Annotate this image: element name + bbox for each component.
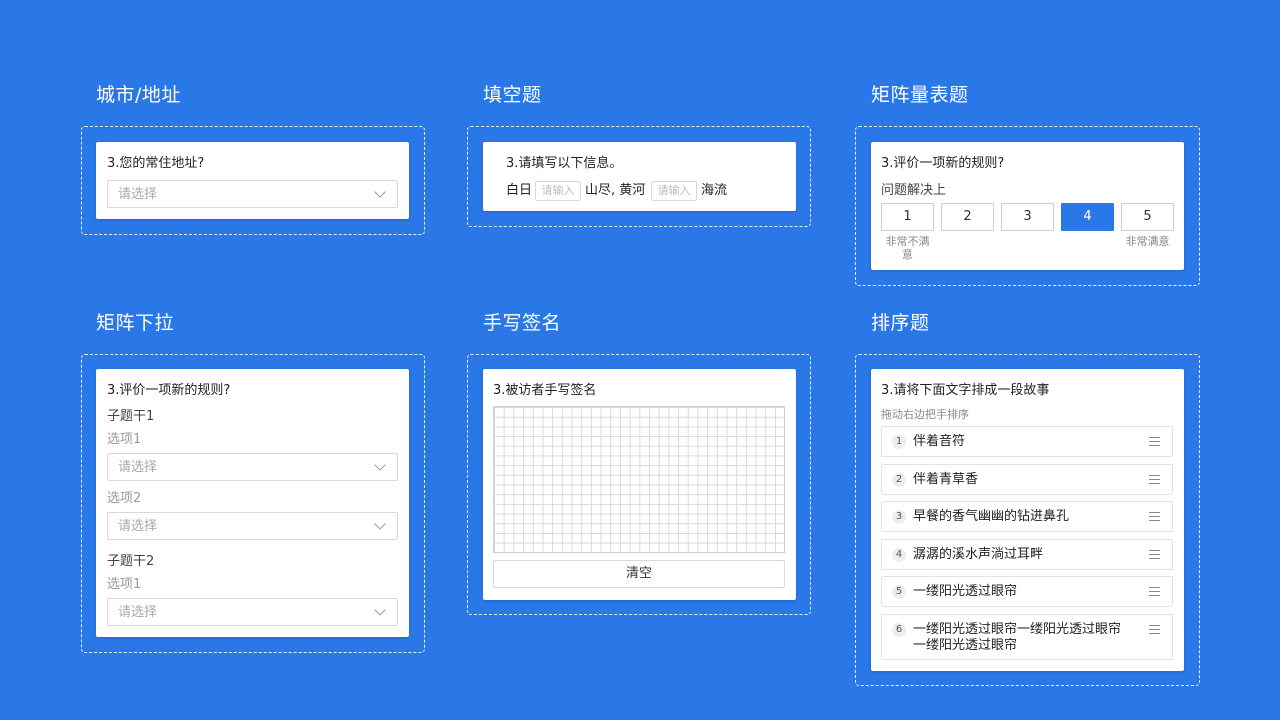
sub1-option-2-label: 选项2 (107, 491, 142, 506)
scale-option-2[interactable]: 2 (941, 203, 994, 231)
city-select[interactable]: 请选择 (107, 180, 398, 208)
rank-number: 2 (892, 473, 906, 487)
rank-item-2[interactable]: 2 伴着青草香 (881, 464, 1173, 495)
drag-handle-icon[interactable] (1149, 550, 1160, 560)
fill-question: 3.请填写以下信息。 (506, 156, 623, 171)
fill-input-2[interactable]: 请输入 (651, 181, 697, 201)
matrix-dropdown-question: 3.评价一项新的规则? (107, 383, 231, 398)
drag-handle-icon[interactable] (1149, 625, 1160, 635)
ranking-hint: 拖动右边把手排序 (881, 408, 969, 421)
rank-item-5[interactable]: 5 一缕阳光透过眼帘 (881, 576, 1173, 607)
city-card: 3.您的常住地址? 请选择 (96, 142, 409, 219)
matrix-scale-row-label: 问题解决上 (881, 183, 947, 198)
section-title-fill: 填空题 (483, 84, 542, 106)
drag-handle-icon[interactable] (1149, 437, 1160, 447)
fill-input-1[interactable]: 请输入 (535, 181, 581, 201)
matrix-scale-question: 3.评价一项新的规则? (881, 156, 1005, 171)
sub1-option-2-select[interactable]: 请选择 (107, 512, 398, 540)
rank-text: 早餐的香气幽幽的钻进鼻孔 (913, 509, 1070, 524)
select-placeholder: 请选择 (118, 605, 158, 620)
rank-text: 一缕阳光透过眼帘一缕阳光透过眼帘一缕阳光透过眼帘 (913, 622, 1122, 653)
rank-text: 潺潺的溪水声淌过耳畔 (913, 547, 1044, 562)
sub2-option-1-label: 选项1 (107, 577, 142, 592)
section-title-matrix-scale: 矩阵量表题 (871, 84, 969, 106)
rank-number: 4 (892, 548, 906, 562)
rank-number: 6 (892, 623, 906, 637)
drag-handle-icon[interactable] (1149, 512, 1160, 522)
rank-number: 5 (892, 585, 906, 599)
rank-number: 1 (892, 435, 906, 449)
section-title-signature: 手写签名 (483, 312, 562, 334)
rank-item-4[interactable]: 4 潺潺的溪水声淌过耳畔 (881, 539, 1173, 570)
select-placeholder: 请选择 (118, 460, 158, 475)
sub-question-2: 子题干2 (107, 554, 155, 569)
fill-card: 3.请填写以下信息。 白日 请输入 山尽, 黄河 请输入 海流 (483, 142, 796, 211)
scale-option-3[interactable]: 3 (1001, 203, 1054, 231)
drag-handle-icon[interactable] (1149, 475, 1160, 485)
signature-card: 3.被访者手写签名 清空 (483, 369, 796, 600)
ranking-card: 3.请将下面文字排成一段故事 拖动右边把手排序 1 伴着音符 2 伴着青草香 3… (871, 369, 1184, 671)
rank-number: 3 (892, 510, 906, 524)
section-title-city: 城市/地址 (96, 84, 181, 106)
scale-high-label: 非常满意 (1125, 235, 1170, 248)
drag-handle-icon[interactable] (1149, 587, 1160, 597)
sub1-option-1-select[interactable]: 请选择 (107, 453, 398, 481)
section-title-ranking: 排序题 (871, 312, 930, 334)
sub-question-1: 子题干1 (107, 409, 155, 424)
fill-text-part1: 白日 (506, 183, 533, 198)
fill-text-part2: 山尽, 黄河 (585, 183, 646, 198)
sub1-option-1-label: 选项1 (107, 432, 142, 447)
scale-low-label: 非常不满意 (885, 235, 930, 261)
scale-option-4-selected[interactable]: 4 (1061, 203, 1114, 231)
chevron-down-icon (374, 459, 386, 471)
rank-text: 伴着青草香 (913, 472, 979, 487)
signature-question: 3.被访者手写签名 (493, 383, 597, 398)
scale-option-1[interactable]: 1 (881, 203, 934, 231)
fill-text-part3: 海流 (701, 183, 728, 198)
select-placeholder: 请选择 (118, 519, 158, 534)
matrix-scale-card: 3.评价一项新的规则? 问题解决上 1 2 3 4 5 非常不满意 非常满意 (871, 142, 1184, 270)
rank-text: 一缕阳光透过眼帘 (913, 584, 1018, 599)
signature-pad[interactable] (493, 406, 785, 553)
chevron-down-icon (374, 518, 386, 530)
scale-option-5[interactable]: 5 (1121, 203, 1174, 231)
sub2-option-1-select[interactable]: 请选择 (107, 598, 398, 626)
rank-item-1[interactable]: 1 伴着音符 (881, 426, 1173, 457)
chevron-down-icon (374, 186, 386, 198)
ranking-question: 3.请将下面文字排成一段故事 (881, 383, 1050, 398)
chevron-down-icon (374, 604, 386, 616)
rank-item-6[interactable]: 6 一缕阳光透过眼帘一缕阳光透过眼帘一缕阳光透过眼帘 (881, 614, 1173, 660)
clear-button[interactable]: 清空 (493, 560, 785, 588)
city-question: 3.您的常住地址? (107, 156, 205, 171)
section-title-matrix-dropdown: 矩阵下拉 (96, 312, 175, 334)
matrix-dropdown-card: 3.评价一项新的规则? 子题干1 选项1 请选择 选项2 请选择 子题干2 选项… (96, 369, 409, 637)
rank-item-3[interactable]: 3 早餐的香气幽幽的钻进鼻孔 (881, 501, 1173, 532)
city-select-placeholder: 请选择 (118, 187, 158, 202)
rank-text: 伴着音符 (913, 434, 966, 449)
